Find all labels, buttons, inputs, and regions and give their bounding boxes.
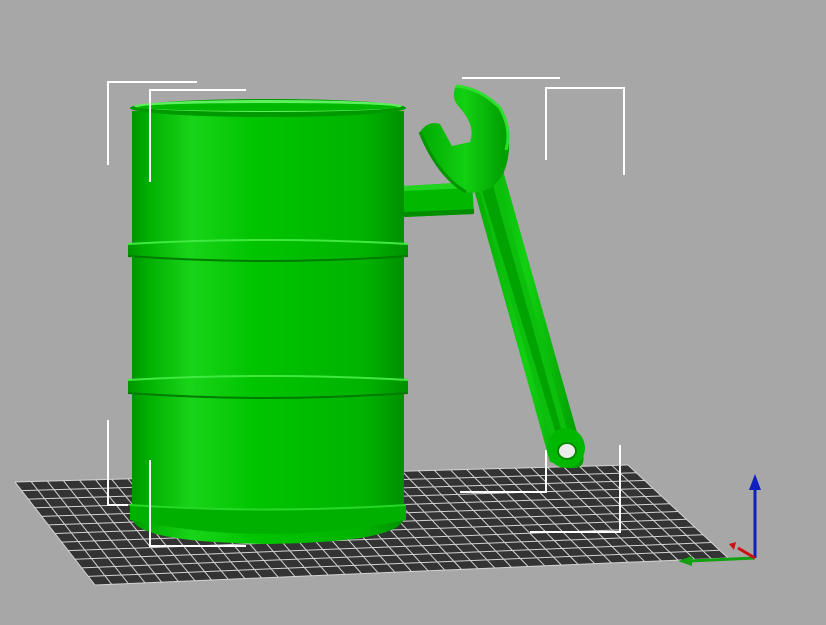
wrench-handle[interactable] [418, 84, 585, 469]
3d-viewport[interactable] [0, 0, 826, 625]
oil-barrel[interactable] [127, 99, 409, 544]
scene [14, 77, 761, 586]
